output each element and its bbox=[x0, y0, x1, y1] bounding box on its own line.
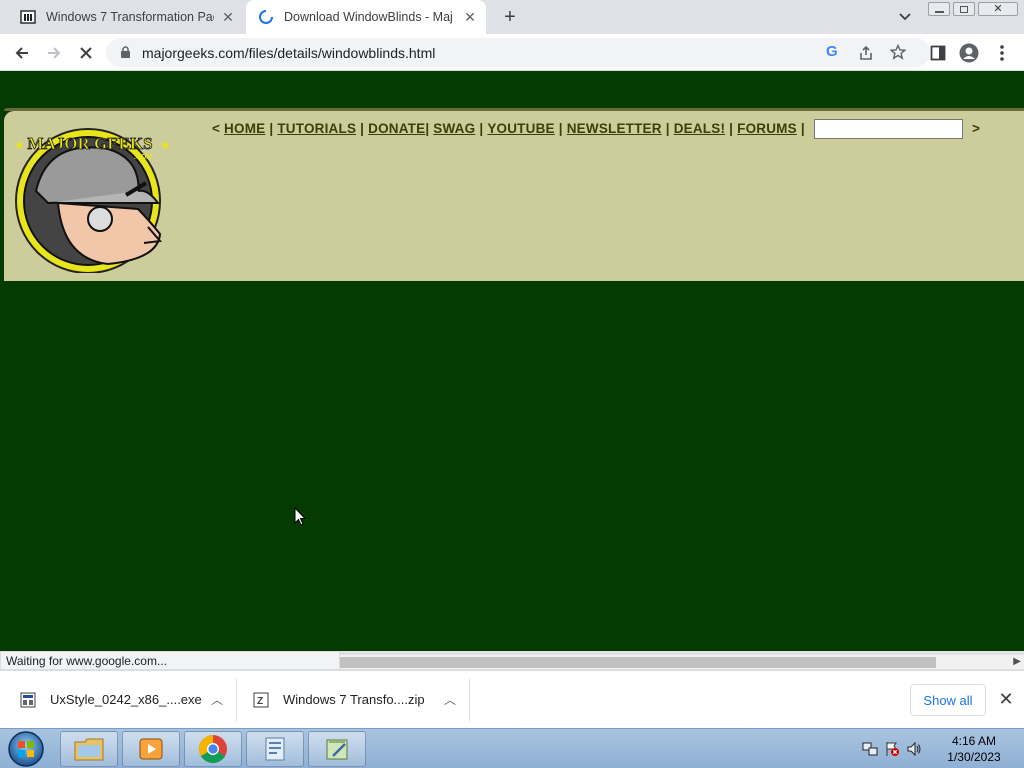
svg-text:Z: Z bbox=[257, 696, 263, 707]
chevron-up-icon[interactable]: ︿ bbox=[211, 691, 223, 708]
taskbar-explorer[interactable] bbox=[60, 731, 118, 767]
media-player-icon bbox=[139, 738, 163, 760]
forward-button[interactable] bbox=[41, 40, 67, 66]
browser-toolbar: majorgeeks.com/files/details/windowblind… bbox=[0, 34, 1024, 71]
address-bar[interactable]: majorgeeks.com/files/details/windowblind… bbox=[106, 38, 930, 67]
back-button[interactable] bbox=[9, 40, 35, 66]
web-page: MAJOR GEEKS .COM ★ ★ < HOME | TUTORIALS | DO… bbox=[0, 71, 1024, 651]
volume-icon[interactable] bbox=[906, 741, 922, 757]
zip-file-icon: Z bbox=[253, 692, 269, 707]
nav-youtube-link[interactable]: YOUTUBE bbox=[487, 121, 554, 136]
tab-windowblinds[interactable]: Download WindowBlinds - Major ✕ bbox=[246, 0, 486, 34]
loading-spinner-icon bbox=[259, 10, 273, 24]
star-icon: ★ bbox=[160, 138, 171, 152]
tab-search-icon[interactable] bbox=[896, 9, 914, 25]
nav-deals-link[interactable]: DEALS! bbox=[674, 121, 725, 136]
taskbar-media-player[interactable] bbox=[122, 731, 180, 767]
nav-bracket-open: < bbox=[212, 121, 221, 136]
nav-donate-link[interactable]: DONATE bbox=[368, 121, 425, 136]
exe-file-icon bbox=[20, 692, 36, 707]
chrome-icon bbox=[199, 735, 227, 763]
profile-avatar-icon[interactable] bbox=[959, 43, 979, 63]
download-shelf: UxStyle_0242_x86_....exe ︿ Z Windows 7 T… bbox=[0, 670, 1024, 728]
tab-windows7-pack[interactable]: Windows 7 Transformation Pack | ✕ bbox=[10, 0, 244, 34]
lock-icon[interactable] bbox=[120, 46, 131, 59]
close-tab-icon[interactable]: ✕ bbox=[220, 9, 236, 25]
action-center-flag-icon[interactable] bbox=[884, 741, 900, 757]
horizontal-scrollbar[interactable]: ▶ bbox=[340, 655, 1024, 669]
stop-loading-button[interactable] bbox=[73, 40, 99, 66]
bookmark-star-icon[interactable] bbox=[890, 44, 906, 60]
system-tray bbox=[862, 732, 922, 766]
close-tab-icon[interactable]: ✕ bbox=[462, 9, 478, 25]
close-shelf-icon[interactable]: ✕ bbox=[996, 689, 1016, 709]
document-window-icon bbox=[265, 737, 285, 761]
nav-newsletter-link[interactable]: NEWSLETTER bbox=[567, 121, 662, 136]
taskbar-chrome[interactable] bbox=[184, 731, 242, 767]
download-filename: UxStyle_0242_x86_....exe bbox=[50, 692, 202, 707]
nav-tutorials-link[interactable]: TUTORIALS bbox=[277, 121, 356, 136]
nav-swag-link[interactable]: SWAG bbox=[433, 121, 475, 136]
download-item[interactable]: Z Windows 7 Transfo....zip ︿ bbox=[253, 671, 468, 728]
restore-button[interactable] bbox=[953, 2, 975, 16]
scrollbar-thumb[interactable] bbox=[340, 657, 936, 668]
majorgeeks-logo[interactable]: MAJOR GEEKS .COM ★ ★ bbox=[8, 119, 172, 273]
clock-time: 4:16 AM bbox=[951, 734, 997, 748]
tab-title: Download WindowBlinds - Major bbox=[284, 10, 452, 24]
new-tab-button[interactable]: + bbox=[498, 5, 522, 29]
close-icon bbox=[80, 47, 92, 59]
clock-date: 1/30/2023 bbox=[947, 750, 1001, 764]
close-window-button[interactable]: ✕ bbox=[978, 2, 1018, 16]
windows-taskbar: 4:16 AM 1/30/2023 bbox=[0, 728, 1024, 768]
minimize-button[interactable] bbox=[928, 2, 950, 16]
status-bubble: Waiting for www.google.com... bbox=[0, 651, 340, 670]
site-favicon-icon bbox=[20, 10, 36, 24]
nav-forums-link[interactable]: FORUMS bbox=[737, 121, 797, 136]
mouse-cursor-icon bbox=[294, 507, 306, 526]
scroll-right-icon[interactable]: ▶ bbox=[1013, 656, 1021, 667]
logo-subtext: .COM bbox=[134, 154, 152, 161]
menu-kebab-icon[interactable] bbox=[998, 44, 1006, 62]
site-header: MAJOR GEEKS .COM ★ ★ < HOME | TUTORIALS | DO… bbox=[4, 108, 1024, 281]
tab-title: Windows 7 Transformation Pack | bbox=[46, 10, 214, 24]
tab-strip: Windows 7 Transformation Pack | ✕ Downlo… bbox=[0, 0, 1024, 34]
back-arrow-icon bbox=[15, 47, 28, 59]
side-panel-icon[interactable] bbox=[930, 45, 946, 61]
taskbar-control-panel[interactable] bbox=[246, 731, 304, 767]
google-lens-icon[interactable]: G bbox=[826, 43, 838, 60]
forward-arrow-icon bbox=[48, 47, 61, 59]
chevron-up-icon[interactable]: ︿ bbox=[444, 691, 456, 708]
share-icon[interactable] bbox=[858, 45, 874, 61]
start-button[interactable] bbox=[4, 730, 48, 768]
folder-icon bbox=[74, 738, 104, 761]
download-filename: Windows 7 Transfo....zip bbox=[283, 692, 425, 707]
taskbar-notepad[interactable] bbox=[308, 731, 366, 767]
site-search-input[interactable] bbox=[814, 119, 963, 139]
logo-text: MAJOR GEEKS bbox=[27, 134, 152, 153]
network-icon[interactable] bbox=[862, 741, 878, 757]
url-text: majorgeeks.com/files/details/windowblind… bbox=[142, 44, 436, 61]
show-all-button[interactable]: Show all bbox=[910, 684, 986, 716]
taskbar-clock[interactable]: 4:16 AM 1/30/2023 bbox=[938, 733, 1010, 765]
notepad-icon bbox=[326, 739, 348, 760]
nav-bracket-close: > bbox=[972, 121, 980, 136]
nav-home-link[interactable]: HOME bbox=[224, 121, 265, 136]
download-item[interactable]: UxStyle_0242_x86_....exe ︿ bbox=[20, 671, 235, 728]
site-nav: < HOME | TUTORIALS | DONATE| SWAG | YOUTUBE | NE… bbox=[212, 121, 805, 136]
star-icon: ★ bbox=[14, 138, 25, 152]
